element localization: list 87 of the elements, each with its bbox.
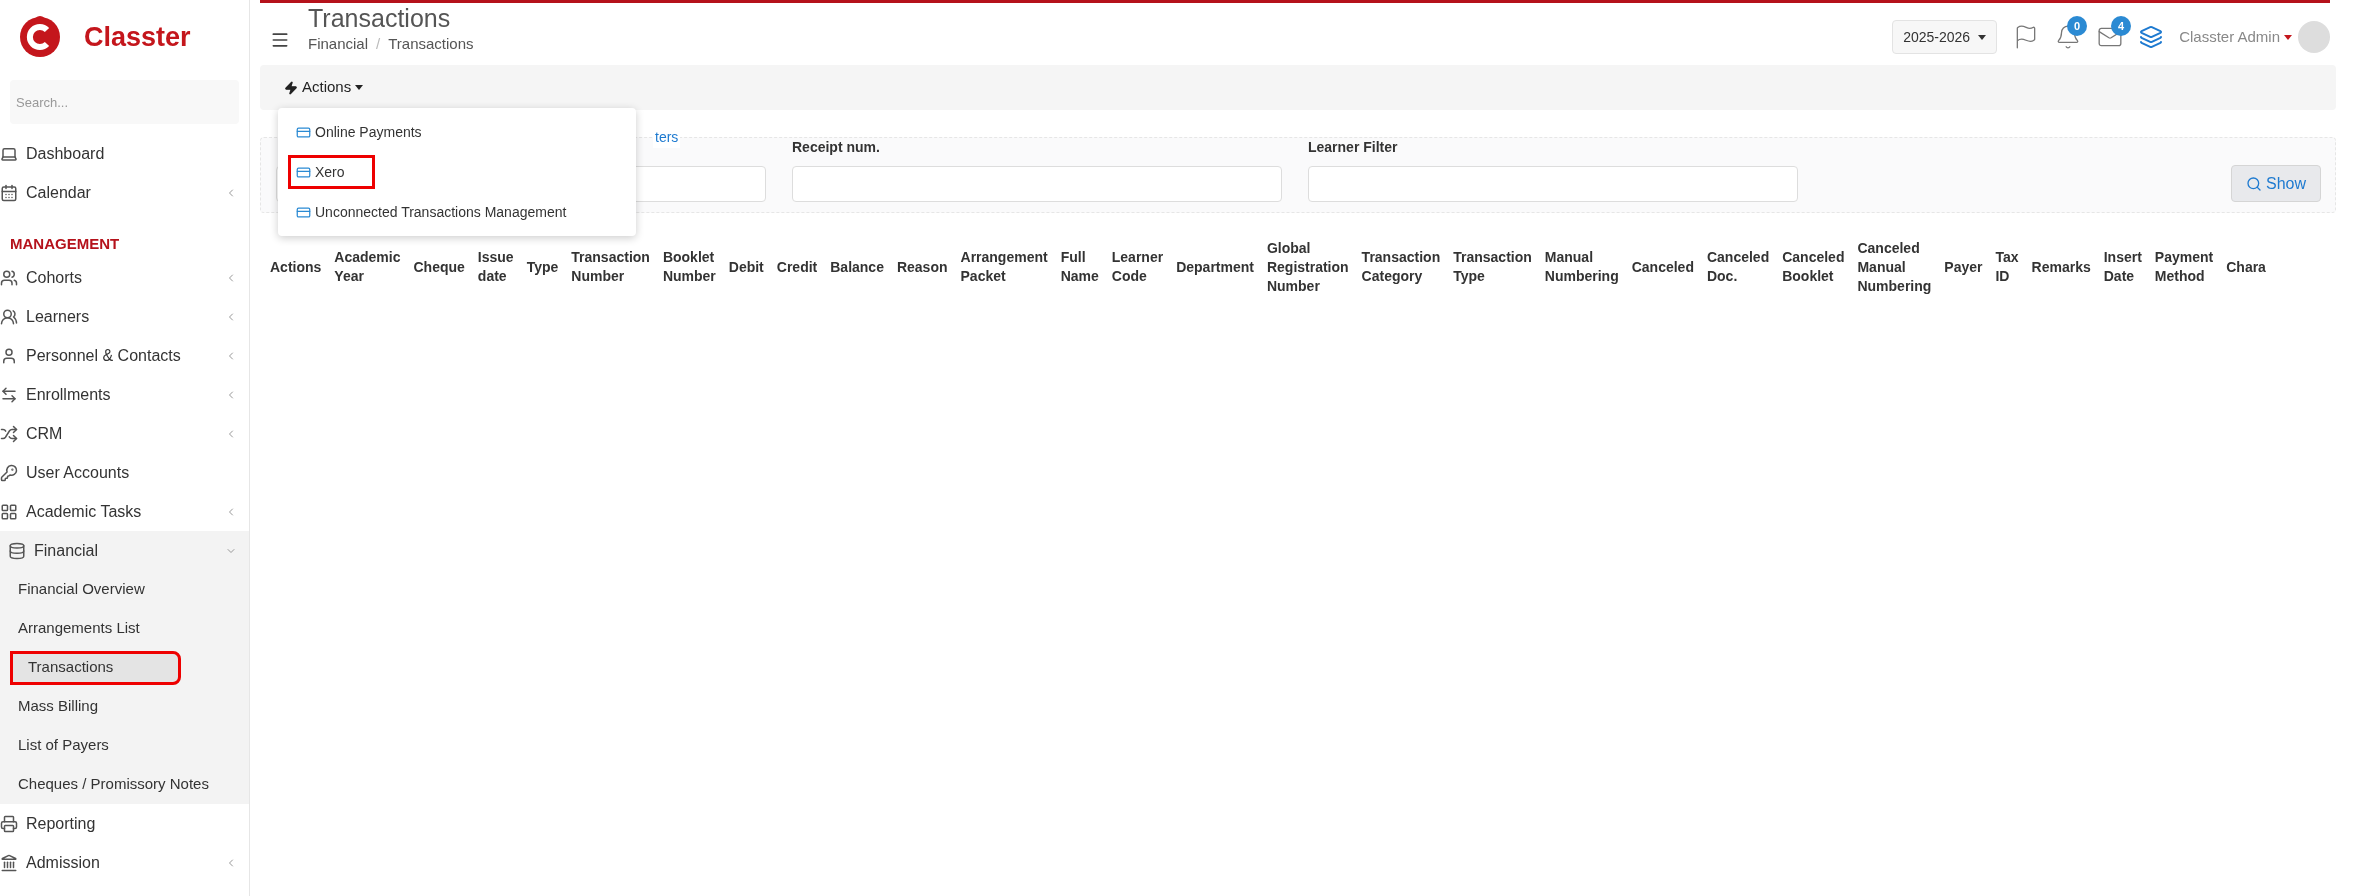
- card-icon: [296, 124, 311, 140]
- column-header[interactable]: Payment Method: [2154, 248, 2214, 286]
- column-header[interactable]: Insert Date: [2103, 248, 2142, 286]
- input-field[interactable]: [792, 166, 1282, 202]
- column-header[interactable]: Debit: [728, 257, 764, 277]
- notification-badge: 0: [2067, 16, 2088, 36]
- sidebar-item[interactable]: CRM: [0, 414, 249, 453]
- column-header[interactable]: Canceled Doc.: [1706, 248, 1770, 286]
- column-header[interactable]: Global Registration Number: [1266, 238, 1349, 296]
- column-header[interactable]: Learner Code: [1111, 248, 1164, 286]
- column-header[interactable]: Booklet Number: [662, 248, 716, 286]
- grid-icon: [0, 502, 18, 521]
- column-header[interactable]: Credit: [776, 257, 818, 277]
- column-header[interactable]: Academic Year: [334, 248, 401, 286]
- sidebar-item[interactable]: Personnel & Contacts: [0, 336, 249, 375]
- menu-item[interactable]: Online Payments: [288, 115, 430, 149]
- sidebar-item[interactable]: Cohorts: [0, 258, 249, 297]
- sidebar-item[interactable]: Learners: [0, 297, 249, 336]
- menu-item[interactable]: Xero: [288, 155, 375, 189]
- actions-button[interactable]: Actions: [284, 76, 364, 99]
- sidebar-item[interactable]: Enrollments: [0, 375, 249, 414]
- submenu-item[interactable]: Arrangements List: [0, 611, 241, 646]
- submenu-item[interactable]: Cheques / Promissory Notes: [0, 767, 241, 802]
- menu-item[interactable]: Unconnected Transactions Management: [288, 195, 575, 229]
- input-field[interactable]: [1308, 166, 1798, 202]
- sidebar-item[interactable]: Admission: [0, 843, 249, 882]
- search-field[interactable]: Search...: [10, 80, 239, 124]
- caret-icon: [355, 85, 364, 90]
- users-icon: [0, 307, 18, 326]
- column-header[interactable]: Issue date: [477, 248, 514, 286]
- bolt-icon: [284, 80, 298, 95]
- message-badge: 4: [2111, 16, 2132, 36]
- card-icon: [296, 204, 311, 220]
- sidebar-item[interactable]: Reporting: [0, 804, 249, 843]
- field-label: Learner Filter: [1308, 138, 1399, 157]
- search-icon: [2245, 175, 2262, 192]
- column-header[interactable]: Actions: [270, 257, 322, 277]
- column-header[interactable]: Type: [526, 257, 559, 277]
- breadcrumb-separator: /: [376, 34, 381, 54]
- sidebar-item[interactable]: Academic Tasks: [0, 492, 249, 531]
- column-header[interactable]: Chara: [2226, 257, 2266, 277]
- breadcrumb-link[interactable]: Financial: [308, 33, 369, 56]
- column-header[interactable]: Transaction Number: [571, 248, 650, 286]
- column-header[interactable]: Tax ID: [1995, 248, 2019, 286]
- logo-text: Classter: [84, 20, 191, 54]
- column-header[interactable]: Payer: [1944, 257, 1983, 277]
- caret-icon: [1978, 34, 1987, 40]
- sidebar-item[interactable]: Financial: [0, 531, 249, 570]
- column-header[interactable]: Transaction Type: [1453, 248, 1532, 286]
- column-header[interactable]: Remarks: [2031, 257, 2091, 277]
- section-heading: MANAGEMENT: [10, 233, 120, 254]
- submenu-item[interactable]: List of Payers: [0, 728, 241, 763]
- column-header[interactable]: Manual Numbering: [1544, 248, 1619, 286]
- show-button[interactable]: Show: [2230, 165, 2321, 202]
- column-header[interactable]: Canceled Manual Numbering: [1857, 238, 1932, 296]
- key-icon: [0, 463, 18, 482]
- calendar-icon: [0, 183, 18, 202]
- person-icon: [0, 346, 18, 365]
- bank-icon: [0, 853, 18, 872]
- column-header[interactable]: Department: [1176, 257, 1254, 277]
- printer-icon: [0, 814, 18, 833]
- submenu-item[interactable]: Financial Overview: [0, 572, 241, 607]
- breadcrumb-link[interactable]: Transactions: [388, 33, 474, 56]
- column-header[interactable]: Arrangement Packet: [960, 248, 1048, 286]
- sidebar-item[interactable]: Dashboard: [0, 134, 249, 173]
- menu-icon[interactable]: [270, 30, 290, 50]
- column-header[interactable]: Full Name: [1060, 248, 1099, 286]
- database-icon: [8, 541, 26, 560]
- field-label: Receipt num.: [792, 138, 881, 157]
- column-header[interactable]: Transaction Category: [1361, 248, 1441, 286]
- card-icon: [296, 164, 311, 180]
- column-header[interactable]: Reason: [896, 257, 948, 277]
- sidebar-item[interactable]: User Accounts: [0, 453, 249, 492]
- shuffle-icon: [0, 424, 18, 443]
- submenu-item[interactable]: Transactions: [10, 650, 181, 685]
- column-header[interactable]: Canceled Booklet: [1782, 248, 1845, 286]
- submenu-item[interactable]: Mass Billing: [0, 689, 241, 724]
- column-header[interactable]: Canceled: [1631, 257, 1694, 277]
- column-header[interactable]: Cheque: [413, 257, 465, 277]
- user-menu[interactable]: Classter Admin: [2179, 25, 2292, 49]
- arrows-icon: [0, 385, 18, 404]
- caret-icon: [2284, 34, 2292, 40]
- group-icon: [0, 268, 18, 287]
- column-header[interactable]: Balance: [830, 257, 884, 277]
- sidebar-item[interactable]: Calendar: [0, 173, 249, 212]
- page-title: Transactions: [308, 3, 452, 33]
- year-select[interactable]: 2025-2026: [1892, 20, 1998, 54]
